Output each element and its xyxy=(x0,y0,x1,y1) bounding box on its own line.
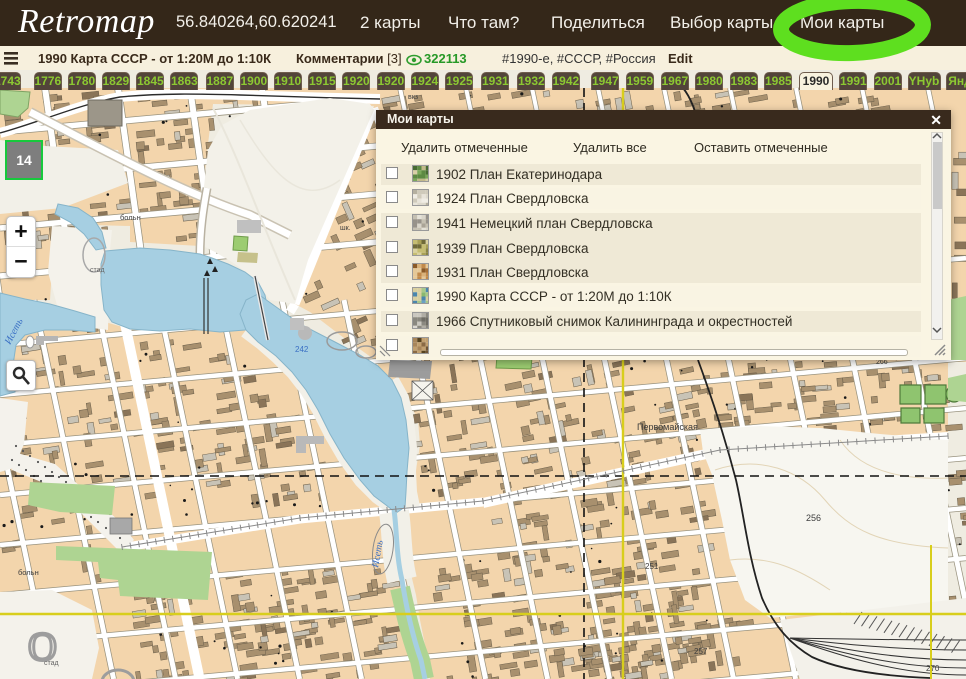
svg-text:266: 266 xyxy=(876,359,888,366)
svg-text:256: 256 xyxy=(806,513,821,523)
svg-text:больн: больн xyxy=(18,568,39,577)
svg-text:270: 270 xyxy=(926,664,940,673)
svg-text:больн: больн xyxy=(120,213,141,222)
svg-text:257: 257 xyxy=(694,647,708,656)
svg-text:251: 251 xyxy=(645,562,659,571)
svg-text:шк.: шк. xyxy=(340,225,351,232)
svg-text:стад: стад xyxy=(44,660,59,667)
svg-text:Первомайская: Первомайская xyxy=(637,422,698,432)
svg-text:242: 242 xyxy=(295,345,309,354)
svg-text:стад: стад xyxy=(90,267,105,274)
svg-text:вкз: вкз xyxy=(408,94,418,101)
